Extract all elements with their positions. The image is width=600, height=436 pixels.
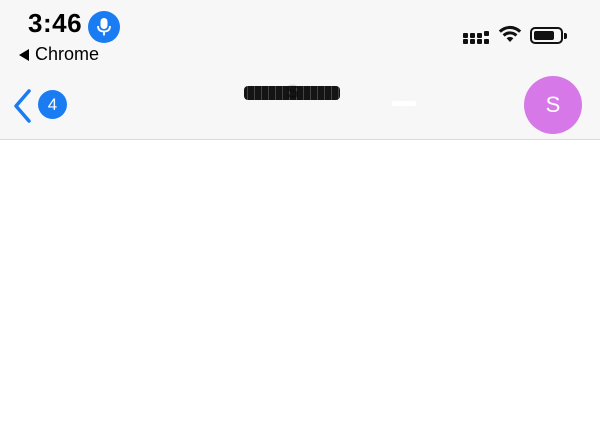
microphone-icon [88, 11, 120, 43]
message-list-area [0, 141, 600, 436]
cellular-signal-icon [463, 28, 493, 44]
unread-count-badge[interactable]: 4 [38, 90, 67, 119]
back-app-label: Chrome [35, 44, 100, 64]
back-triangle-icon [19, 48, 29, 61]
wifi-icon [498, 24, 522, 49]
redaction-mark [392, 101, 416, 106]
battery-icon [530, 27, 567, 44]
contact-avatar[interactable]: S [524, 76, 582, 134]
back-to-app-link[interactable]: Chrome [19, 44, 99, 65]
messages-screen: 3:46 Chrome 4 S S [0, 0, 600, 436]
redacted-contact-name: S [242, 80, 342, 106]
status-time: 3:46 [28, 8, 83, 38]
header-area: 3:46 Chrome 4 S S [0, 0, 600, 140]
chevron-left-icon[interactable] [12, 89, 34, 128]
